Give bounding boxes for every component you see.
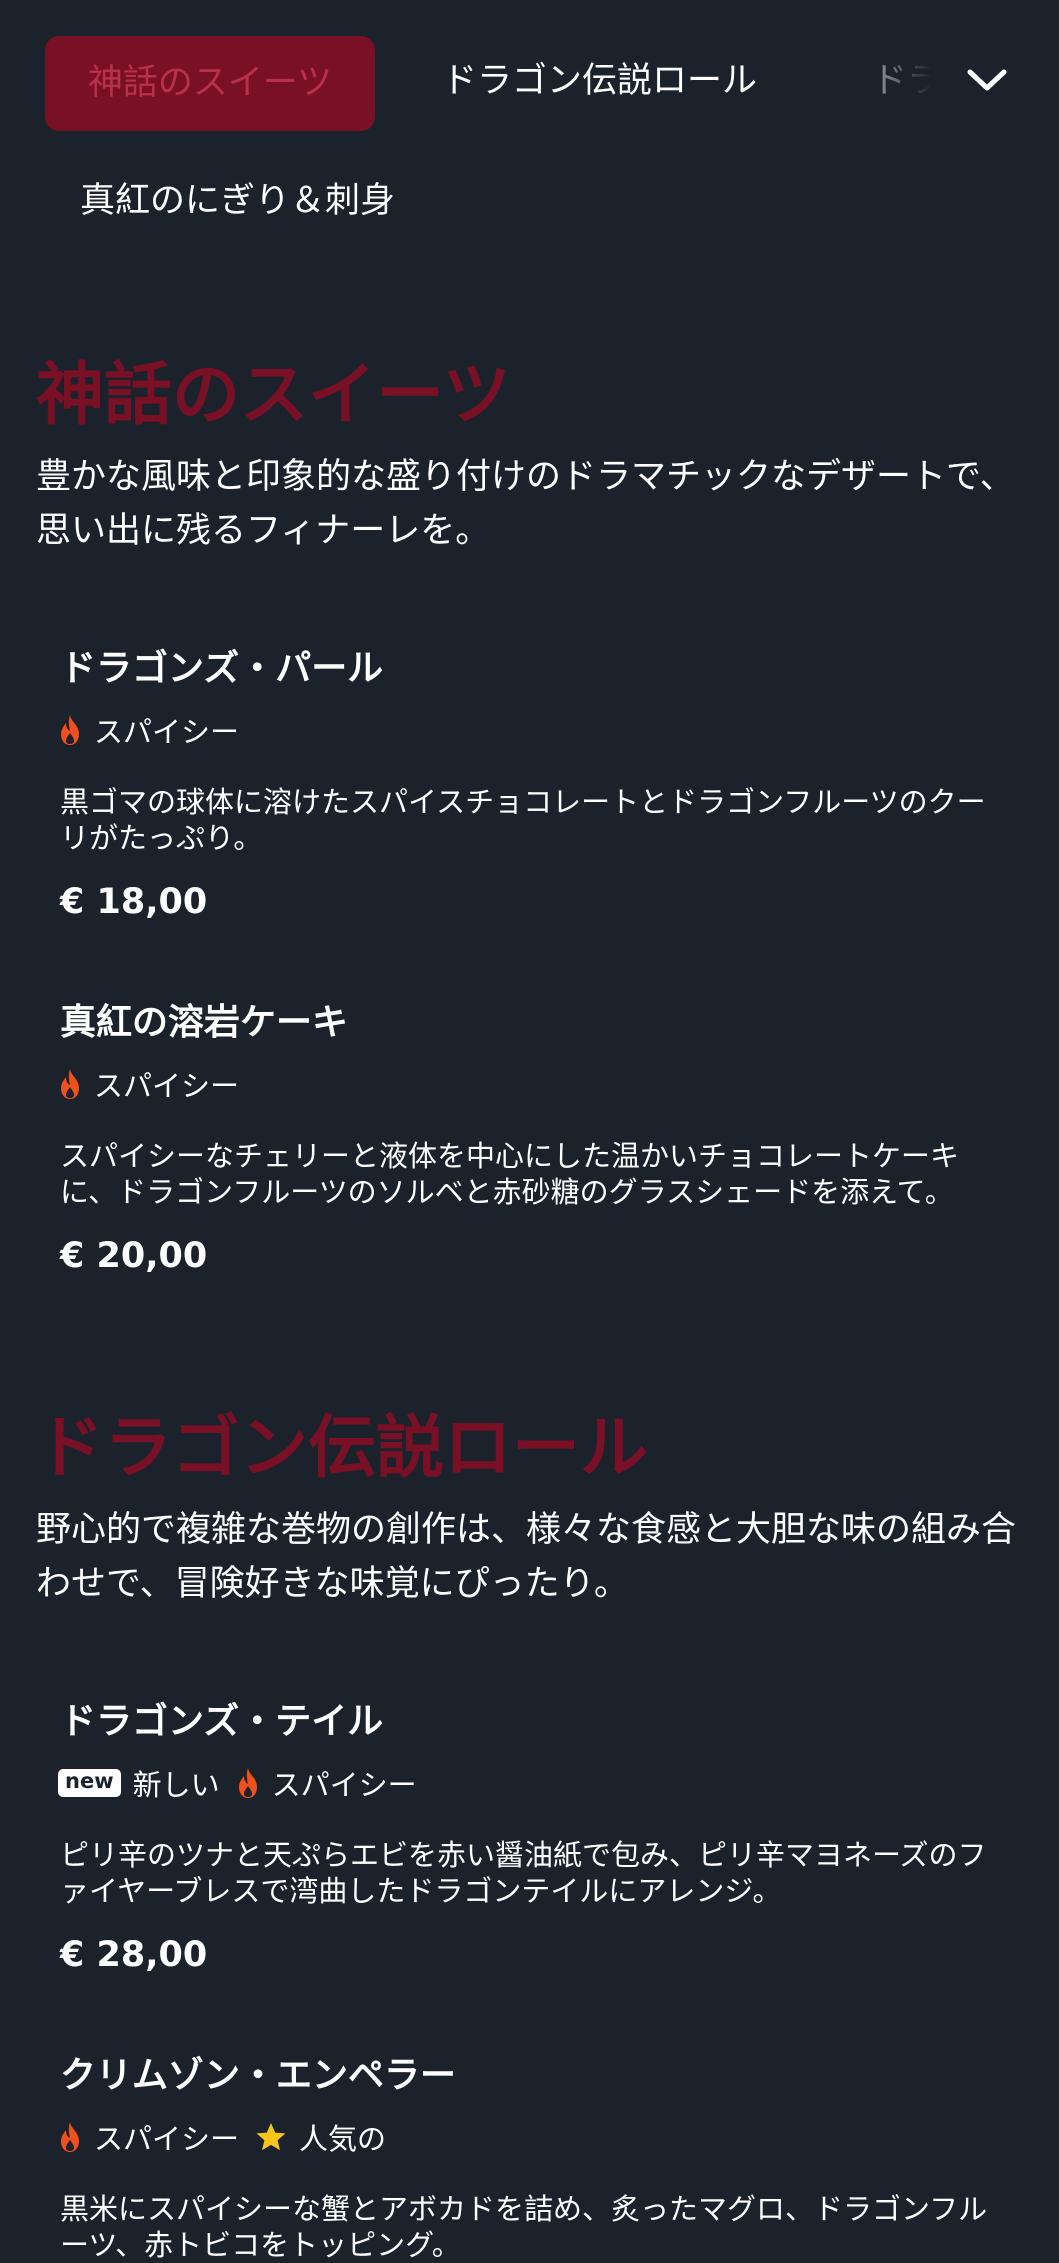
tab-label: 真紅のにぎり＆刺身	[80, 181, 396, 221]
item-name: ドラゴンズ・パール	[60, 648, 384, 689]
item-description: スパイシーなチェリーと液体を中心にした温かいチョコレートケーキに、ドラゴンフルー…	[60, 1139, 960, 1209]
tag-new: 新しい	[133, 1762, 220, 1804]
item-description: 黒米にスパイシーな蟹とアボカドを詰め、炙ったマグロ、ドラゴンフルーツ、赤トビコを…	[60, 2192, 988, 2262]
item-name: クリムゾン・エンペラー	[60, 2055, 457, 2096]
tag-label: スパイシー	[94, 2122, 240, 2156]
tag-spicy: スパイシー	[236, 1762, 417, 1804]
item-name: 真紅の溶岩ケーキ	[60, 1002, 349, 1043]
tab-dragon-legend-rolls[interactable]: ドラゴン伝説ロール	[442, 64, 757, 99]
item-tags: スパイシー	[58, 709, 255, 751]
tag-label: 人気の	[299, 2122, 387, 2156]
tag-spicy: スパイシー	[58, 1063, 239, 1105]
tab-dragon-partial[interactable]: ドラ	[872, 64, 932, 99]
item-description: ピリ辛のツナと天ぷらエビを赤い醤油紙で包み、ピリ辛マヨネーズのファイヤーブレスで…	[60, 1838, 987, 1908]
item-tags: スパイシー	[58, 1063, 255, 1105]
tab-label: 神話のスイーツ	[87, 63, 333, 103]
flame-icon	[61, 2122, 79, 2152]
tag-spicy: スパイシー	[58, 2116, 239, 2158]
section-description: 野心的で複雑な巻物の創作は、様々な食感と大胆な味の組み合わせで、冒険好きな味覚に…	[36, 1510, 1017, 1604]
tag-label: 新しい	[132, 1768, 220, 1802]
tag-spicy: スパイシー	[58, 709, 239, 751]
tab-label: ドラゴン伝説ロール	[442, 61, 758, 101]
item-price: € 20,00	[60, 1236, 208, 1276]
star-icon	[256, 2123, 286, 2151]
tab-mythic-sweets[interactable]: 神話のスイーツ	[45, 36, 375, 131]
tab-label: ドラ	[872, 64, 932, 99]
expand-categories-button[interactable]	[962, 60, 1012, 100]
tag-label: スパイシー	[94, 715, 240, 749]
section-description: 豊かな風味と印象的な盛り付けのドラマチックなデザートで、思い出に残るフィナーレを…	[36, 457, 1015, 551]
section-title: ドラゴン伝説ロール	[36, 1409, 649, 1488]
tab-crimson-nigiri-sashimi[interactable]: 真紅のにぎり＆刺身	[80, 184, 395, 219]
flame-icon	[61, 715, 79, 745]
section-title: 神話のスイーツ	[36, 356, 511, 435]
item-price: € 18,00	[60, 882, 208, 922]
item-tags: new 新しい スパイシー	[58, 1762, 433, 1804]
item-name: ドラゴンズ・テイル	[60, 1701, 384, 1742]
tag-label: スパイシー	[271, 1768, 417, 1802]
new-badge: new	[58, 1769, 121, 1797]
item-price: € 28,00	[60, 1935, 208, 1975]
tag-label: スパイシー	[94, 1069, 240, 1103]
flame-icon	[238, 1768, 257, 1798]
category-nav: 神話のスイーツ ドラゴン伝説ロール ドラ 真紅のにぎり＆刺身	[0, 0, 1059, 219]
tag-popular: 人気の	[255, 2116, 386, 2158]
item-tags: スパイシー 人気の	[58, 2116, 402, 2158]
chevron-down-icon	[967, 69, 1007, 91]
flame-icon	[61, 1069, 79, 1099]
item-description: 黒ゴマの球体に溶けたスパイスチョコレートとドラゴンフルーツのクーリがたっぷり。	[60, 785, 986, 855]
